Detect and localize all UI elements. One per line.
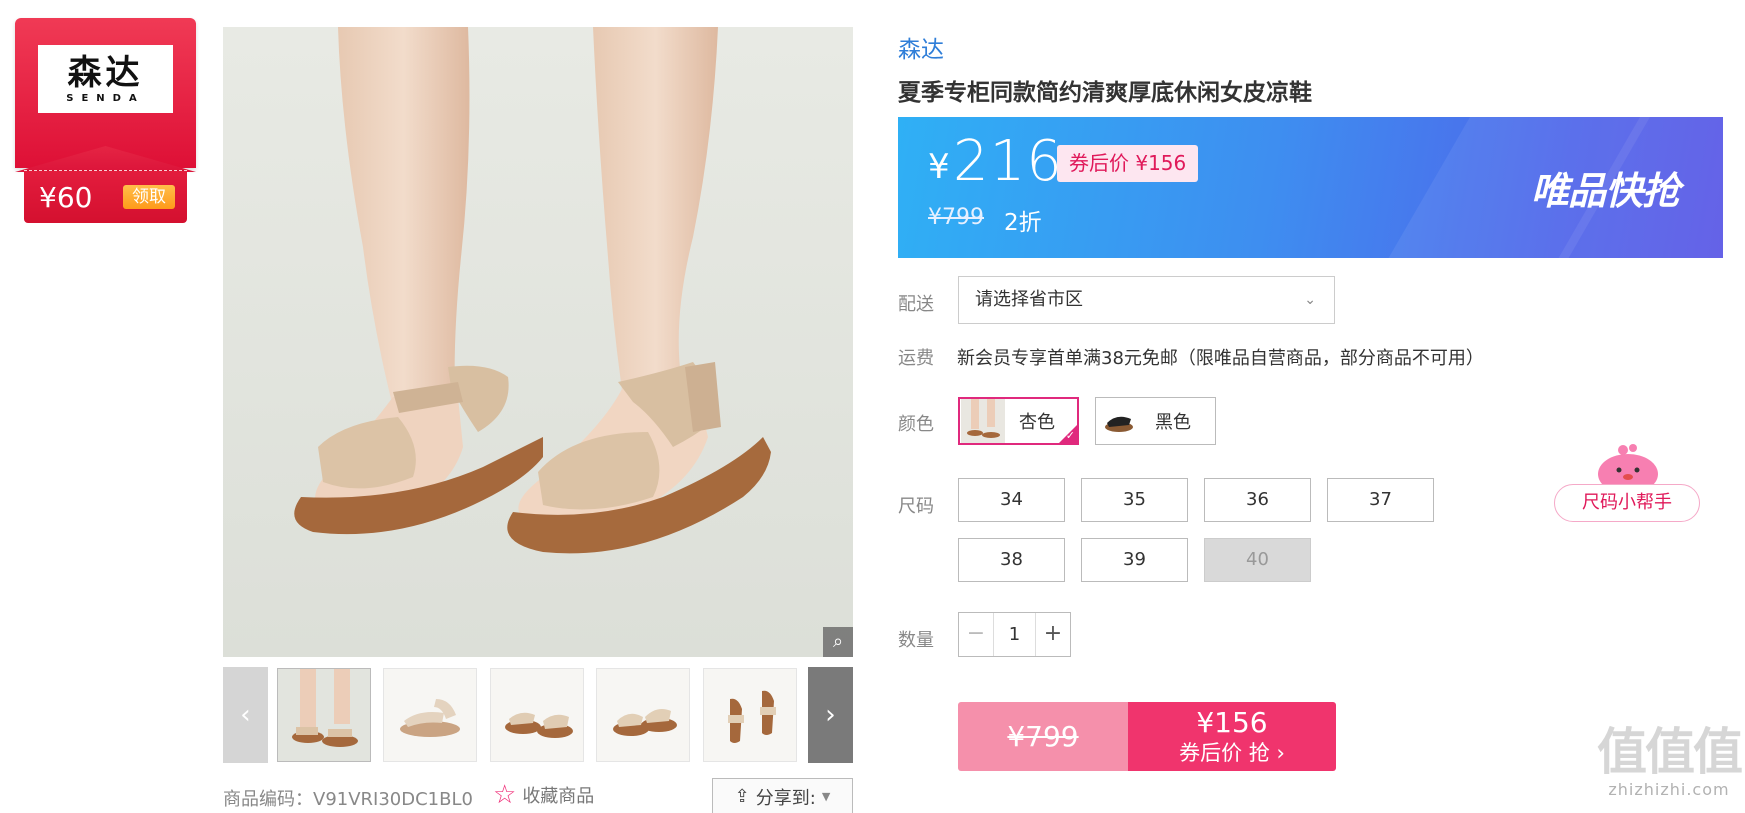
- chevron-down-icon: ⌄: [1304, 292, 1316, 308]
- size-helper-button[interactable]: 尺码小帮手: [1554, 442, 1702, 522]
- share-label: 分享到:: [755, 787, 816, 809]
- size-option-39[interactable]: 39: [1081, 538, 1188, 582]
- price-banner: ¥ 216 券后价 ¥156 ¥799 2折 唯品快抢: [898, 117, 1723, 258]
- thumbnail-image: [597, 669, 689, 761]
- quantity-input[interactable]: 1: [993, 613, 1036, 656]
- size-option-38[interactable]: 38: [958, 538, 1065, 582]
- quantity-minus-button[interactable]: −: [959, 613, 993, 656]
- thumbnail-next-button[interactable]: ›: [808, 667, 853, 763]
- main-product-image[interactable]: ⌕: [223, 27, 853, 657]
- coupon-header: 森达 SENDA: [15, 18, 196, 168]
- share-dropdown[interactable]: ⇪ 分享到: ▼: [712, 778, 853, 813]
- thumbnail-image: [384, 669, 476, 761]
- watermark-url: zhizhizhi.com: [1608, 780, 1730, 799]
- region-select[interactable]: 请选择省市区 ⌄: [958, 276, 1335, 324]
- color-swatch-image: [1097, 399, 1141, 443]
- thumbnail-image: [278, 669, 370, 761]
- thumbnail-image: [704, 669, 796, 761]
- thumbnail-strip: ‹ ›: [223, 667, 853, 763]
- original-price: ¥799: [928, 205, 984, 230]
- thumbnail-prev-button[interactable]: ‹: [223, 667, 268, 763]
- sandal-photo: [294, 27, 771, 554]
- check-icon: ✓: [1065, 429, 1075, 442]
- color-option-label: 杏色: [1019, 412, 1055, 433]
- thumbnail-4[interactable]: [596, 668, 690, 762]
- brand-logo: 森达 SENDA: [38, 45, 173, 113]
- thumbnail-1[interactable]: [277, 668, 371, 762]
- star-icon: ☆: [493, 780, 517, 810]
- coupon-body: ¥60 领取: [24, 170, 187, 223]
- size-option-35[interactable]: 35: [1081, 478, 1188, 522]
- product-code: 商品编码：V91VRI30DC1BL0: [223, 789, 473, 810]
- brand-coupon[interactable]: 森达 SENDA ¥60 领取: [15, 18, 196, 223]
- coupon-claim-button[interactable]: 领取: [123, 185, 175, 209]
- color-option-black[interactable]: 黑色: [1095, 397, 1216, 445]
- freight-text: 新会员专享首单满38元免邮（限唯品自营商品，部分商品不可用）: [957, 348, 1484, 369]
- buy-original-price: ¥799: [958, 702, 1128, 771]
- thumbnail-2[interactable]: [383, 668, 477, 762]
- color-swatch-image: [961, 399, 1005, 443]
- quantity-plus-button[interactable]: +: [1036, 613, 1070, 656]
- site-watermark: 值值值 zhizhizhi.com: [1597, 723, 1743, 799]
- buy-coupon-price: ¥156: [1196, 705, 1268, 739]
- thumbnail-5[interactable]: [703, 668, 797, 762]
- buy-bar: ¥799 ¥156 券后价 抢 ›: [958, 702, 1336, 771]
- buy-now-button[interactable]: ¥156 券后价 抢 ›: [1128, 702, 1336, 771]
- brand-link[interactable]: 森达: [898, 30, 944, 64]
- zoom-icon[interactable]: ⌕: [823, 627, 853, 657]
- brand-logo-cn: 森达: [67, 52, 144, 93]
- size-helper-label: 尺码小帮手: [1554, 484, 1700, 522]
- region-select-value: 请选择省市区: [975, 289, 1083, 310]
- price-currency: ¥: [928, 147, 950, 187]
- color-label: 颜色: [898, 414, 934, 435]
- caret-down-icon: ▼: [821, 790, 831, 803]
- quantity-label: 数量: [898, 630, 934, 651]
- color-option-label: 黑色: [1155, 412, 1191, 433]
- share-icon: ⇪: [734, 786, 750, 807]
- freight-label: 运费: [898, 348, 934, 369]
- favorite-label: 收藏商品: [522, 786, 595, 807]
- size-option-36[interactable]: 36: [1204, 478, 1311, 522]
- coupon-amount: ¥60: [39, 181, 93, 214]
- product-title: 夏季专柜同款简约清爽厚底休闲女皮凉鞋: [898, 80, 1312, 106]
- discount-rate: 2折: [1004, 210, 1042, 236]
- current-price: 216: [953, 129, 1063, 194]
- buy-action-label: 券后价 抢 ›: [1179, 740, 1285, 765]
- watermark-logo: 值值值: [1597, 723, 1743, 781]
- campaign-label: 唯品快抢: [1530, 169, 1680, 213]
- size-label: 尺码: [898, 496, 934, 517]
- size-option-40: 40: [1204, 538, 1311, 582]
- size-option-37[interactable]: 37: [1327, 478, 1434, 522]
- color-option-apricot[interactable]: 杏色 ✓: [958, 397, 1079, 445]
- favorite-button[interactable]: ☆ 收藏商品: [493, 782, 594, 808]
- thumbnail-image: [491, 669, 583, 761]
- after-coupon-badge: 券后价 ¥156: [1057, 145, 1199, 182]
- brand-logo-en: SENDA: [66, 92, 145, 104]
- thumbnail-3[interactable]: [490, 668, 584, 762]
- size-option-34[interactable]: 34: [958, 478, 1065, 522]
- delivery-label: 配送: [898, 294, 934, 315]
- quantity-stepper: − 1 +: [958, 612, 1071, 657]
